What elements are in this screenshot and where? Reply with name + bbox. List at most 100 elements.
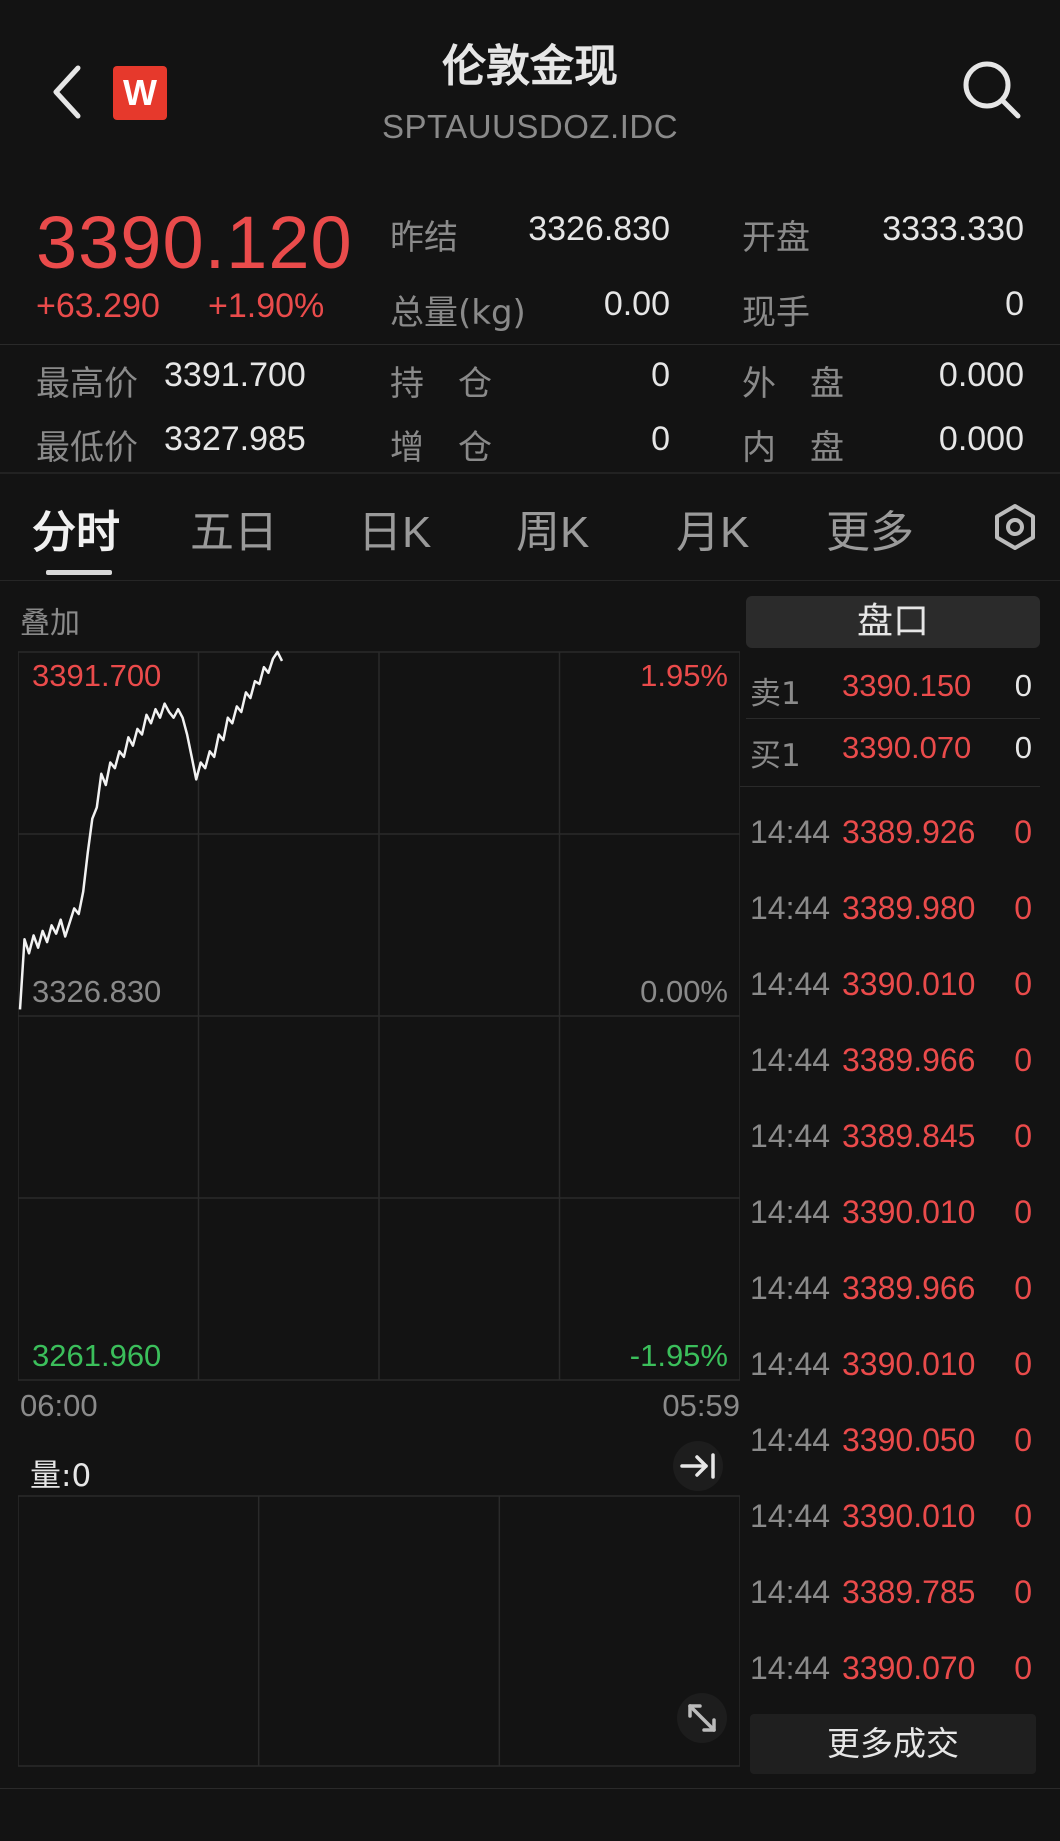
trade-row: 14:44 3389.966 0 [750,1270,1040,1330]
volume-label: 量:0 [30,1458,92,1494]
oi-change-value: 0 [651,420,670,458]
trade-price: 3389.980 [842,890,976,926]
trade-price: 3389.785 [842,1574,976,1610]
chart-grid [18,651,740,1767]
trade-price: 3390.050 [842,1422,976,1458]
jump-to-latest-icon[interactable] [670,1440,726,1492]
expand-icon[interactable] [676,1692,728,1744]
tab-monthly-k[interactable]: 月K [676,496,749,560]
inner-value: 0.000 [938,420,1024,458]
prev-settle-value: 3326.830 [528,210,670,248]
oi-change-label: 增 仓 [390,428,492,468]
trade-row: 14:44 3390.010 0 [750,966,1040,1026]
trade-time: 14:44 [750,1042,831,1078]
tab-weekly-k[interactable]: 周K [516,496,589,560]
ask-label: 卖1 [750,676,801,712]
y-axis-mid-label: 3326.830 [32,974,162,1009]
divider [0,472,1060,474]
trade-time: 14:44 [750,1422,831,1458]
orderbook-tab[interactable]: 盘口 [746,596,1040,648]
trade-qty: 0 [1014,1650,1032,1686]
x-axis-end-label: 05:59 [662,1388,740,1423]
x-axis-start-label: 06:00 [20,1388,98,1423]
trade-price: 3390.010 [842,1498,976,1534]
tab-intraday[interactable]: 分时 [32,496,120,560]
y-axis-bottom-label: 3261.960 [32,1338,162,1373]
high-value: 3391.700 [164,356,306,394]
price-line [18,650,284,1010]
divider [0,1788,1060,1789]
active-tab-indicator [46,570,112,575]
ask-qty: 0 [1014,668,1032,703]
trade-qty: 0 [1014,1194,1032,1230]
trade-row: 14:44 3390.010 0 [750,1194,1040,1254]
trade-time: 14:44 [750,966,831,1002]
trade-qty: 0 [1014,1498,1032,1534]
open-value: 3333.330 [882,210,1024,248]
trade-qty: 0 [1014,1346,1032,1382]
trade-time: 14:44 [750,1118,831,1154]
divider [746,718,1040,719]
last-price: 3390.120 [36,201,353,284]
gear-icon[interactable] [990,502,1040,552]
trade-row: 14:44 3389.785 0 [750,1574,1040,1634]
bid-row: 买1 3390.070 0 [750,730,1040,790]
trade-qty: 0 [1014,1118,1032,1154]
bid-qty: 0 [1014,730,1032,765]
price-change: +63.290 [36,287,160,325]
trade-time: 14:44 [750,890,831,926]
trade-row: 14:44 3389.926 0 [750,814,1040,874]
trade-time: 14:44 [750,1650,831,1686]
open-label: 开盘 [742,218,810,258]
intraday-chart [18,650,740,1767]
volume-label: 总量(kg) [390,293,526,333]
trade-qty: 0 [1014,814,1032,850]
bid-label: 买1 [750,738,801,774]
trade-row: 14:44 3390.010 0 [750,1498,1040,1558]
trade-time: 14:44 [750,1574,831,1610]
pct-axis-top-label: 1.95% [640,658,728,693]
trade-price: 3389.966 [842,1042,976,1078]
trade-price: 3389.926 [842,814,976,850]
trade-row: 14:44 3389.966 0 [750,1042,1040,1102]
divider [740,786,1040,787]
trade-qty: 0 [1014,1270,1032,1306]
trade-row: 14:44 3390.010 0 [750,1346,1040,1406]
trade-row: 14:44 3390.050 0 [750,1422,1040,1482]
pct-axis-bottom-label: -1.95% [629,1338,728,1373]
page-title: 伦敦金现 [442,41,618,92]
high-label: 最高价 [36,364,138,404]
open-interest-value: 0 [651,356,670,394]
low-value: 3327.985 [164,420,306,458]
pct-axis-mid-label: 0.00% [640,974,728,1009]
outer-label: 外 盘 [742,364,844,404]
more-trades-button[interactable]: 更多成交 [750,1714,1036,1774]
trade-price: 3389.966 [842,1270,976,1306]
bid-price: 3390.070 [842,730,972,765]
trade-time: 14:44 [750,1270,831,1306]
low-label: 最低价 [36,428,138,468]
inner-label: 内 盘 [742,428,844,468]
trade-price: 3389.845 [842,1118,976,1154]
trade-price: 3390.070 [842,1650,976,1686]
trade-price: 3390.010 [842,1194,976,1230]
symbol-code: SPTAUUSDOZ.IDC [381,108,679,145]
current-hand-value: 0 [1005,285,1024,323]
trade-qty: 0 [1014,1422,1032,1458]
ask-price: 3390.150 [842,668,972,703]
trade-price: 3390.010 [842,966,976,1002]
open-interest-label: 持 仓 [390,364,492,404]
ask-row: 卖1 3390.150 0 [750,668,1040,728]
search-icon[interactable] [960,58,1024,122]
tab-more[interactable]: 更多 [826,496,914,560]
trade-qty: 0 [1014,1574,1032,1610]
trade-row: 14:44 3389.845 0 [750,1118,1040,1178]
overlay-button[interactable]: 叠加 [20,598,80,642]
trade-row: 14:44 3389.980 0 [750,890,1040,950]
trade-qty: 0 [1014,890,1032,926]
prev-settle-label: 昨结 [390,218,458,258]
tab-daily-k[interactable]: 日K [358,496,431,560]
tab-five-day[interactable]: 五日 [190,496,278,560]
trade-qty: 0 [1014,966,1032,1002]
y-axis-top-label: 3391.700 [32,658,162,693]
